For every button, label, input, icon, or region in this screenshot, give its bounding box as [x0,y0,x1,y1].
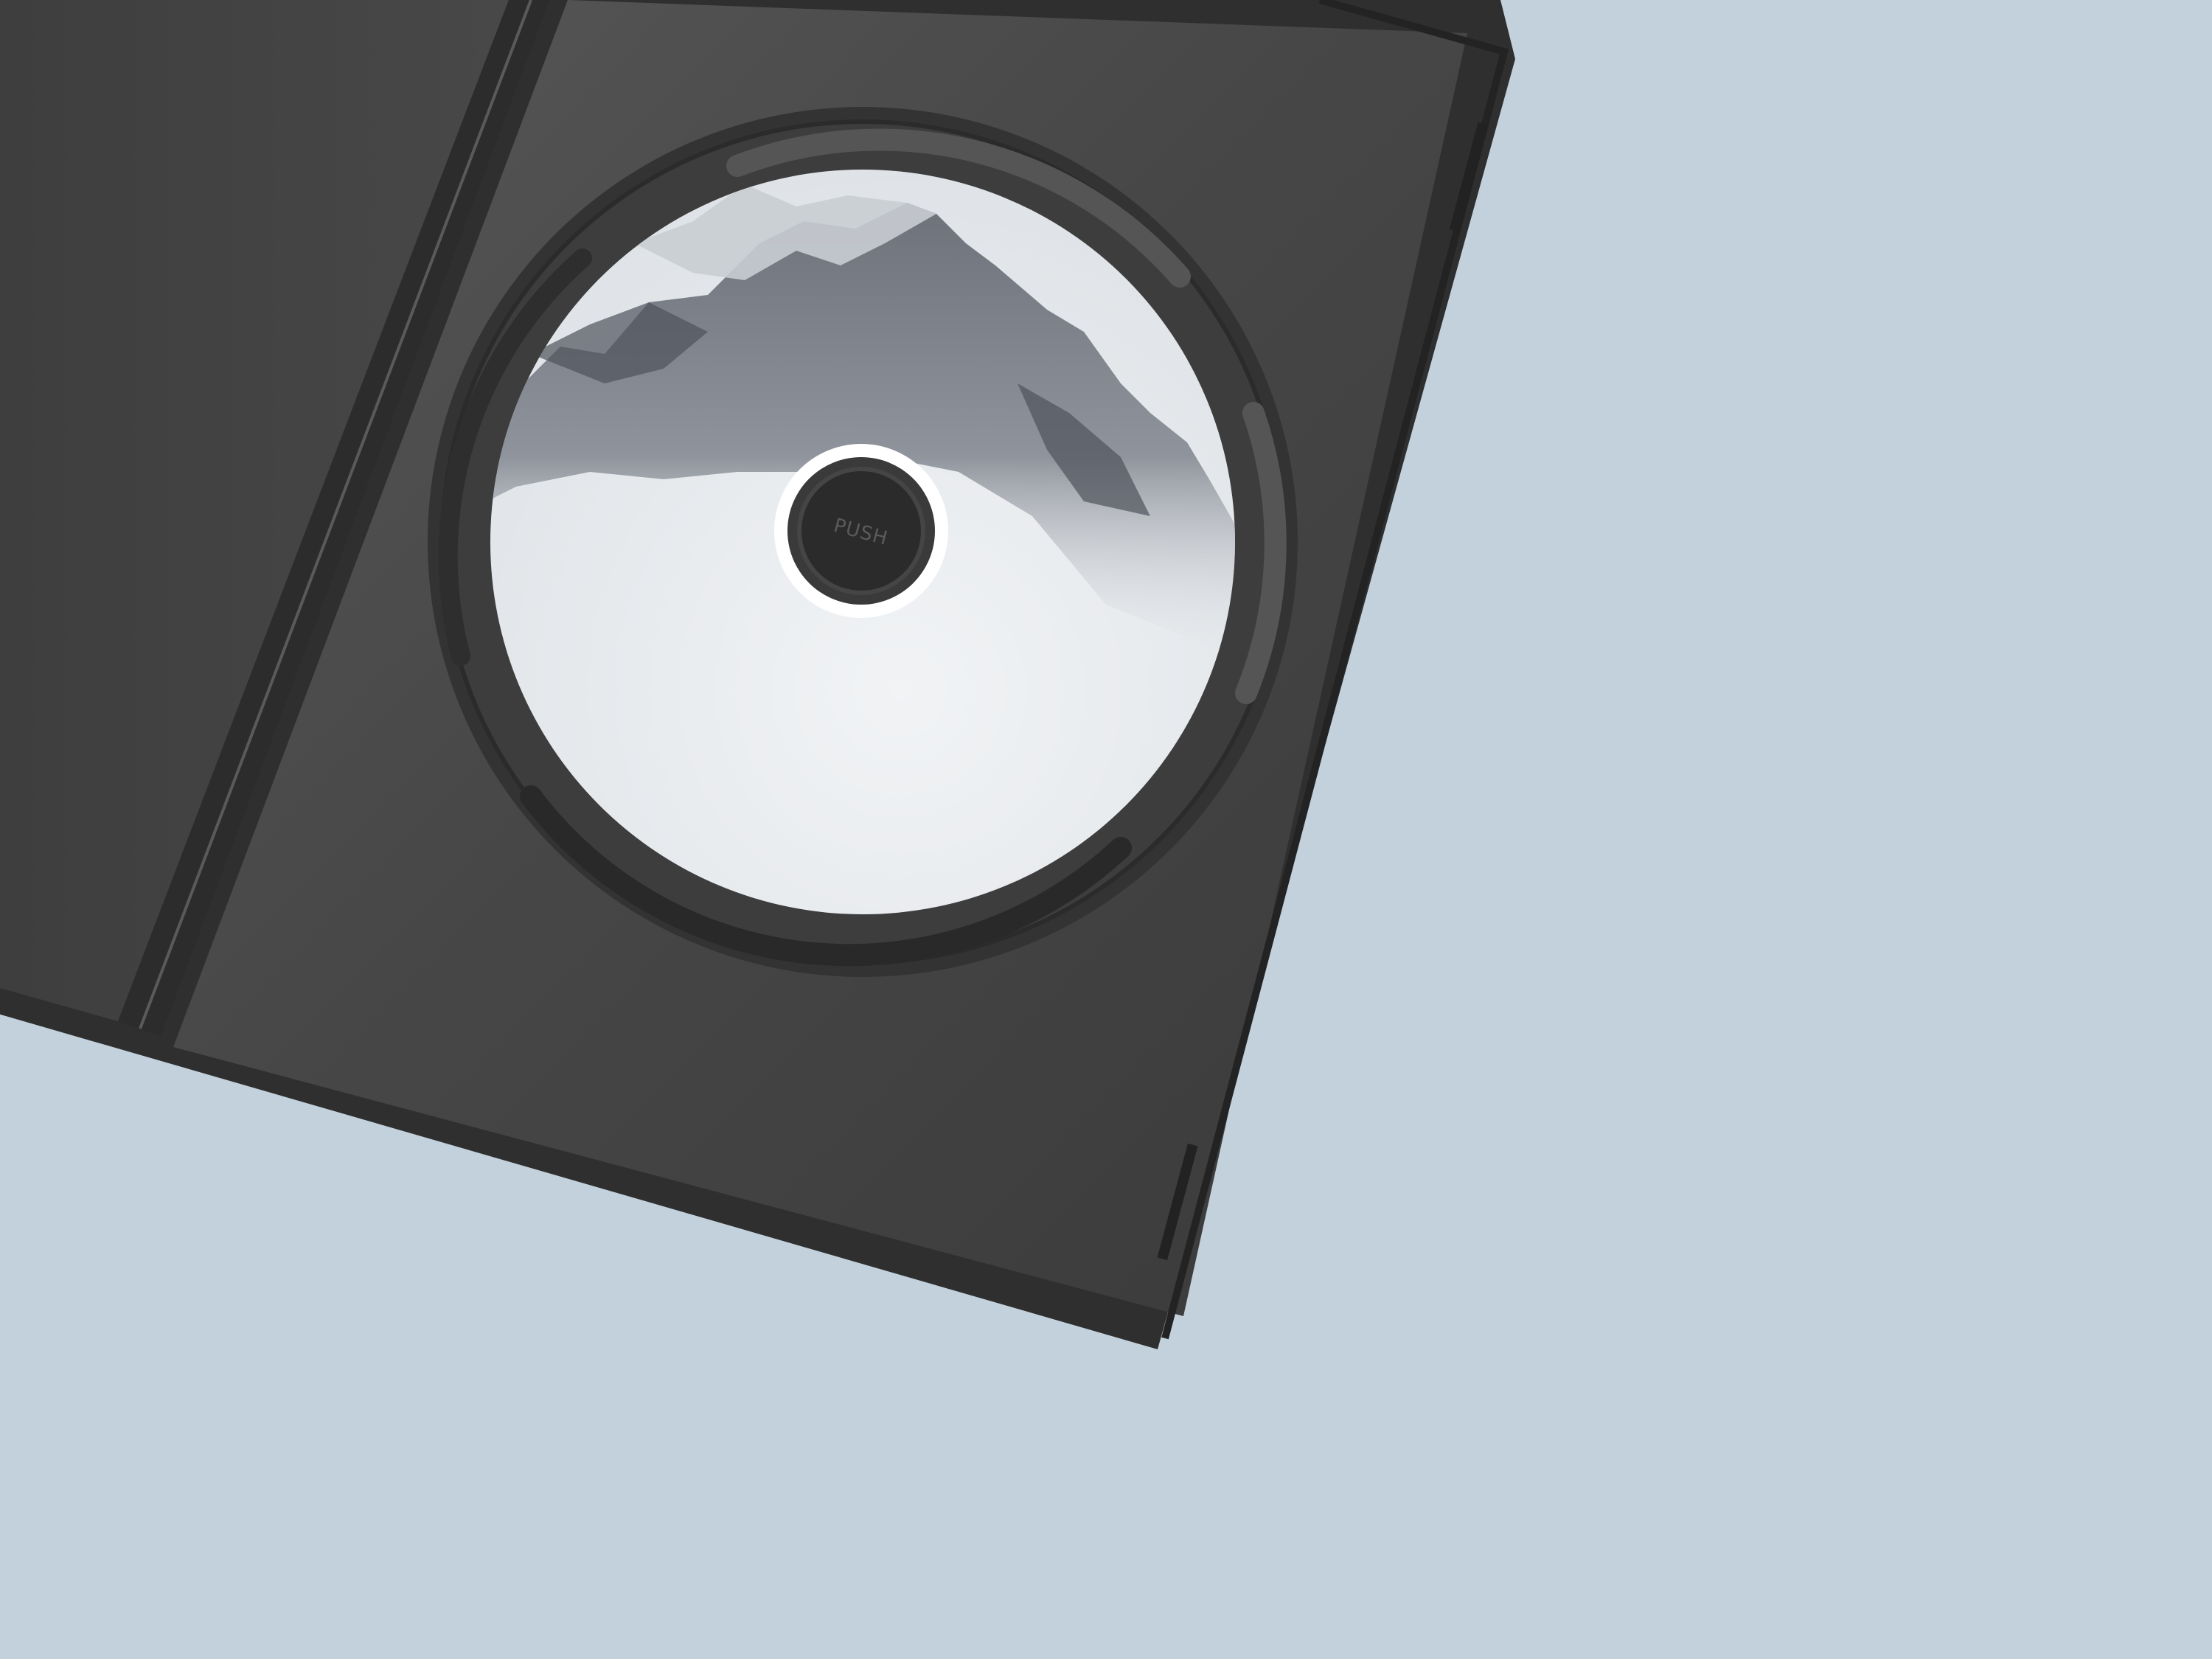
dvd-case-scene: PUSH [0,0,1515,1349]
